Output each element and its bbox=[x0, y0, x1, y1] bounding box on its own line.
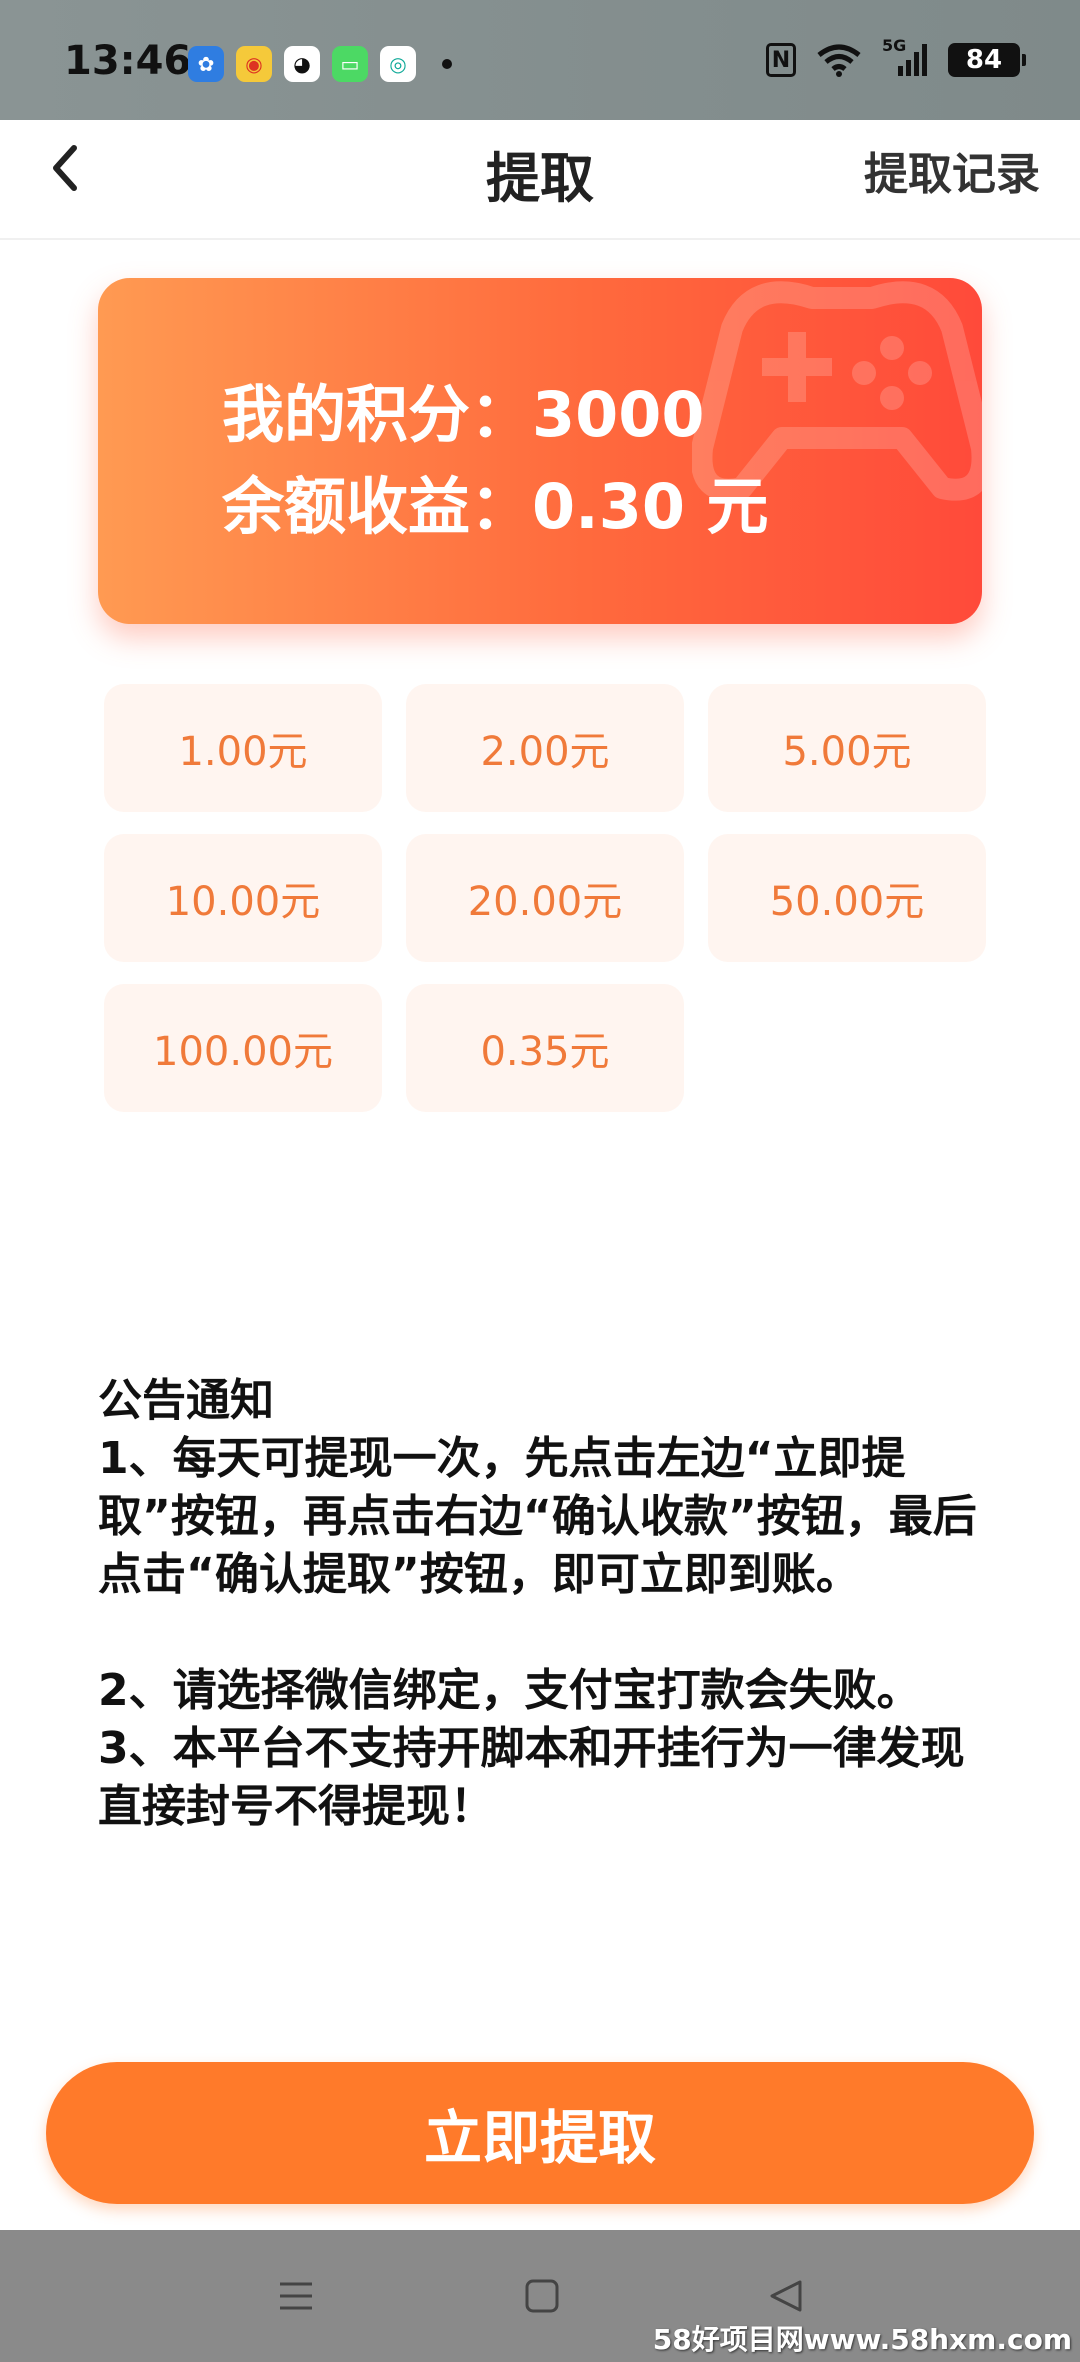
amount-option[interactable]: 0.35元 bbox=[406, 984, 684, 1112]
amount-option[interactable]: 20.00元 bbox=[406, 834, 684, 962]
notification-icons: ✿ ◉ ◕ ▭ ◎ bbox=[188, 46, 452, 82]
status-time: 13:46 bbox=[64, 38, 192, 84]
points-text: 我的积分：3000 bbox=[222, 378, 705, 451]
notice-item-3: 3、本平台不支持开脚本和开挂行为一律发现直接封号不得提现！ bbox=[98, 1723, 965, 1832]
china-mobile-icon: ◎ bbox=[380, 46, 416, 82]
notice-title: 公告通知 bbox=[98, 1375, 274, 1426]
balance-card: 我的积分：3000 余额收益：0.30 元 bbox=[98, 278, 982, 624]
wifi-icon bbox=[817, 44, 861, 77]
amount-option[interactable]: 5.00元 bbox=[708, 684, 986, 812]
balance-text: 余额收益：0.30 元 bbox=[222, 470, 769, 543]
amount-option[interactable]: 10.00元 bbox=[104, 834, 382, 962]
battery-indicator: 84 bbox=[948, 43, 1026, 77]
amount-option[interactable]: 2.00元 bbox=[406, 684, 684, 812]
home-icon[interactable] bbox=[522, 2276, 562, 2316]
watermark-text: 58好项目网www.58hxm.com bbox=[652, 2323, 1072, 2356]
notice-item-2: 2、请选择微信绑定，支付宝打款会失败。 bbox=[98, 1665, 921, 1716]
qq-icon: ◕ bbox=[284, 46, 320, 82]
messages-icon: ▭ bbox=[332, 46, 368, 82]
notice-item-1: 1、每天可提现一次，先点击左边“立即提取”按钮，再点击右边“确认收款”按钮，最后… bbox=[98, 1433, 977, 1600]
amount-options-grid: 1.00元 2.00元 5.00元 10.00元 20.00元 50.00元 1… bbox=[104, 684, 988, 1112]
amount-option[interactable]: 1.00元 bbox=[104, 684, 382, 812]
system-nav-bar: 58好项目网www.58hxm.com bbox=[0, 2230, 1080, 2362]
page-header: 提取 提取记录 bbox=[0, 120, 1080, 240]
nfc-icon: N bbox=[766, 43, 796, 77]
withdraw-now-button[interactable]: 立即提取 bbox=[46, 2062, 1034, 2204]
weibo-icon: ◉ bbox=[236, 46, 272, 82]
cellular-signal-icon: 5G bbox=[882, 36, 928, 78]
status-right: N 5G 84 bbox=[766, 36, 1026, 78]
notice-section: 公告通知 1、每天可提现一次，先点击左边“立即提取”按钮，再点击右边“确认收款”… bbox=[98, 1372, 978, 1836]
amount-option[interactable]: 50.00元 bbox=[708, 834, 986, 962]
fan-app-icon: ✿ bbox=[188, 46, 224, 82]
more-notifications-dot bbox=[442, 59, 452, 69]
status-bar: 13:46 ✿ ◉ ◕ ▭ ◎ N 5G 84 bbox=[0, 0, 1080, 120]
withdraw-records-link[interactable]: 提取记录 bbox=[864, 138, 1040, 202]
amount-option[interactable]: 100.00元 bbox=[104, 984, 382, 1112]
back-triangle-icon[interactable] bbox=[766, 2276, 806, 2316]
menu-icon[interactable] bbox=[276, 2276, 316, 2316]
